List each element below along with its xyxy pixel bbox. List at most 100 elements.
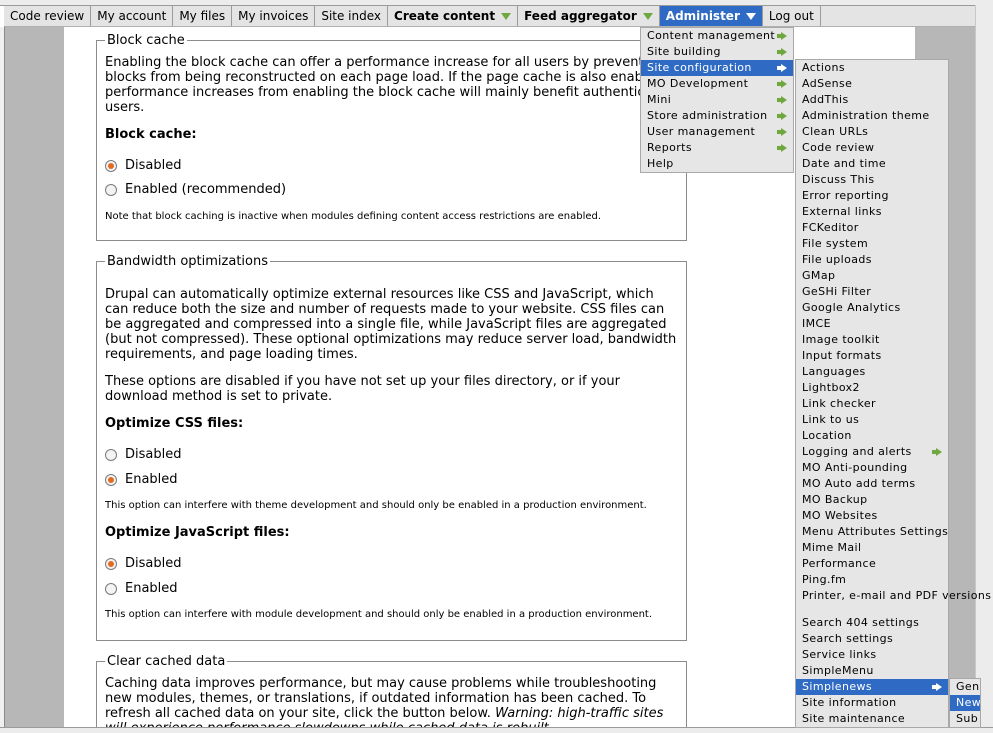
config-menu-item-external-links[interactable]: External links bbox=[796, 204, 948, 220]
js-enabled-option[interactable]: Enabled bbox=[105, 581, 178, 596]
config-menu-item-mo-anti-pounding[interactable]: MO Anti-pounding bbox=[796, 460, 948, 476]
config-menu-item-performance[interactable]: Performance bbox=[796, 556, 948, 572]
config-menu-item-lightbox2[interactable]: Lightbox2 bbox=[796, 380, 948, 396]
config-menu-item-search-settings[interactable]: Search settings bbox=[796, 631, 948, 647]
config-menu-item-date-and-time[interactable]: Date and time bbox=[796, 156, 948, 172]
block-cache-label: Block cache: bbox=[105, 127, 197, 142]
admin-menu-bar: Code review My account My files My invoices… bbox=[4, 6, 975, 27]
config-menu-item-mime-mail[interactable]: Mime Mail bbox=[796, 540, 948, 556]
topbar-item-log-out[interactable]: Log out bbox=[763, 6, 821, 26]
config-menu-item-search-404-settings[interactable]: Search 404 settings bbox=[796, 615, 948, 631]
simplenews-menu-item-new[interactable]: New bbox=[950, 695, 980, 711]
left-frame-edge bbox=[0, 27, 5, 727]
css-enabled-radio[interactable] bbox=[105, 473, 117, 486]
topbar-item-administer[interactable]: Administer bbox=[659, 6, 763, 26]
config-menu-item-image-toolkit[interactable]: Image toolkit bbox=[796, 332, 948, 348]
admin-menu-item-mo-development[interactable]: MO Development bbox=[641, 76, 793, 92]
vertical-scrollbar[interactable] bbox=[975, 5, 993, 727]
block-cache-fieldset: Block cache Enabling the block cache can… bbox=[96, 33, 687, 241]
topbar-item-label: My files bbox=[179, 9, 226, 23]
topbar-item-feed-aggregator[interactable]: Feed aggregator bbox=[518, 6, 660, 26]
config-menu-item-administration-theme[interactable]: Administration theme bbox=[796, 108, 948, 124]
topbar-item-my-invoices[interactable]: My invoices bbox=[232, 6, 316, 26]
config-menu-item-label: Performance bbox=[802, 557, 877, 570]
config-menu-item-file-system[interactable]: File system bbox=[796, 236, 948, 252]
config-menu-item-gmap[interactable]: GMap bbox=[796, 268, 948, 284]
topbar-item-my-account[interactable]: My account bbox=[91, 6, 174, 26]
topbar-item-my-files[interactable]: My files bbox=[173, 6, 233, 26]
config-menu-item-label: File uploads bbox=[802, 253, 872, 266]
config-menu-item-input-formats[interactable]: Input formats bbox=[796, 348, 948, 364]
js-disabled-label: Disabled bbox=[125, 556, 182, 571]
submenu-arrow-icon bbox=[777, 112, 787, 120]
css-disabled-option[interactable]: Disabled bbox=[105, 447, 181, 462]
js-enabled-label: Enabled bbox=[125, 581, 178, 596]
config-menu-item-code-review[interactable]: Code review bbox=[796, 140, 948, 156]
admin-menu-item-reports[interactable]: Reports bbox=[641, 140, 793, 156]
js-disabled-radio[interactable] bbox=[105, 557, 117, 570]
config-menu-item-geshi-filter[interactable]: GeSHi Filter bbox=[796, 284, 948, 300]
config-menu-item-label: Printer, e-mail and PDF versions bbox=[802, 589, 992, 602]
config-menu-item-menu-attributes-settings[interactable]: Menu Attributes Settings bbox=[796, 524, 948, 540]
config-menu-item-service-links[interactable]: Service links bbox=[796, 647, 948, 663]
config-menu-item-simplemenu[interactable]: SimpleMenu bbox=[796, 663, 948, 679]
config-menu-item-label: Code review bbox=[802, 141, 875, 154]
config-menu-item-label: AdSense bbox=[802, 77, 853, 90]
config-menu-item-mo-websites[interactable]: MO Websites bbox=[796, 508, 948, 524]
block-cache-enabled-radio[interactable] bbox=[105, 183, 117, 196]
topbar-item-code-review[interactable]: Code review bbox=[4, 6, 92, 26]
config-menu-item-printer-e-mail-and-pdf-versions[interactable]: Printer, e-mail and PDF versions bbox=[796, 588, 991, 615]
submenu-arrow-icon bbox=[777, 96, 787, 104]
config-menu-item-clean-urls[interactable]: Clean URLs bbox=[796, 124, 948, 140]
config-menu-item-simplenews[interactable]: Simplenews bbox=[796, 679, 948, 695]
config-menu-item-logging-and-alerts[interactable]: Logging and alerts bbox=[796, 444, 948, 460]
config-menu-item-actions[interactable]: Actions bbox=[796, 60, 948, 76]
simplenews-menu-item-gen[interactable]: Gen bbox=[950, 679, 980, 695]
topbar-item-label: Administer bbox=[665, 9, 740, 23]
config-menu-item-file-uploads[interactable]: File uploads bbox=[796, 252, 948, 268]
config-menu-item-mo-backup[interactable]: MO Backup bbox=[796, 492, 948, 508]
js-enabled-radio[interactable] bbox=[105, 582, 117, 595]
admin-menu-item-site-building[interactable]: Site building bbox=[641, 44, 793, 60]
config-menu-item-addthis[interactable]: AddThis bbox=[796, 92, 948, 108]
simplenews-submenu: Gen New Sub bbox=[949, 678, 981, 728]
admin-menu-item-site-configuration[interactable]: Site configuration bbox=[641, 60, 793, 76]
config-menu-item-imce[interactable]: IMCE bbox=[796, 316, 948, 332]
config-menu-item-label: MO Backup bbox=[802, 493, 868, 506]
admin-menu-item-content-management[interactable]: Content management bbox=[641, 28, 793, 44]
block-cache-disabled-option[interactable]: Disabled bbox=[105, 158, 181, 173]
css-disabled-radio[interactable] bbox=[105, 448, 117, 461]
config-menu-item-languages[interactable]: Languages bbox=[796, 364, 948, 380]
config-menu-item-label: Ping.fm bbox=[802, 573, 847, 586]
config-menu-item-adsense[interactable]: AdSense bbox=[796, 76, 948, 92]
config-menu-item-label: Link checker bbox=[802, 397, 876, 410]
config-menu-item-site-information[interactable]: Site information bbox=[796, 695, 948, 711]
config-menu-item-fckeditor[interactable]: FCKeditor bbox=[796, 220, 948, 236]
clear-cache-legend: Clear cached data bbox=[105, 654, 228, 669]
config-menu-item-location[interactable]: Location bbox=[796, 428, 948, 444]
config-menu-item-error-reporting[interactable]: Error reporting bbox=[796, 188, 948, 204]
config-menu-item-link-checker[interactable]: Link checker bbox=[796, 396, 948, 412]
config-menu-item-label: Menu Attributes Settings bbox=[802, 525, 949, 538]
admin-menu-item-label: Mini bbox=[647, 93, 672, 106]
config-menu-item-label: MO Websites bbox=[802, 509, 878, 522]
config-menu-item-discuss-this[interactable]: Discuss This bbox=[796, 172, 948, 188]
config-menu-item-site-maintenance[interactable]: Site maintenance bbox=[796, 711, 948, 727]
config-menu-item-mo-auto-add-terms[interactable]: MO Auto add terms bbox=[796, 476, 948, 492]
topbar-item-create-content[interactable]: Create content bbox=[388, 6, 519, 26]
css-enabled-option[interactable]: Enabled bbox=[105, 472, 178, 487]
admin-menu-item-help[interactable]: Help bbox=[641, 156, 793, 172]
admin-menu-item-store-administration[interactable]: Store administration bbox=[641, 108, 793, 124]
optimize-css-label: Optimize CSS files: bbox=[105, 416, 244, 431]
simplenews-menu-item-sub[interactable]: Sub bbox=[950, 711, 980, 727]
js-disabled-option[interactable]: Disabled bbox=[105, 556, 181, 571]
block-cache-enabled-option[interactable]: Enabled (recommended) bbox=[105, 182, 286, 197]
config-menu-item-google-analytics[interactable]: Google Analytics bbox=[796, 300, 948, 316]
config-menu-item-ping-fm[interactable]: Ping.fm bbox=[796, 572, 948, 588]
config-menu-item-link-to-us[interactable]: Link to us bbox=[796, 412, 948, 428]
topbar-item-site-index[interactable]: Site index bbox=[315, 6, 389, 26]
admin-menu-item-user-management[interactable]: User management bbox=[641, 124, 793, 140]
admin-menu-item-mini[interactable]: Mini bbox=[641, 92, 793, 108]
submenu-arrow-icon bbox=[932, 683, 942, 691]
block-cache-disabled-radio[interactable] bbox=[105, 159, 117, 172]
